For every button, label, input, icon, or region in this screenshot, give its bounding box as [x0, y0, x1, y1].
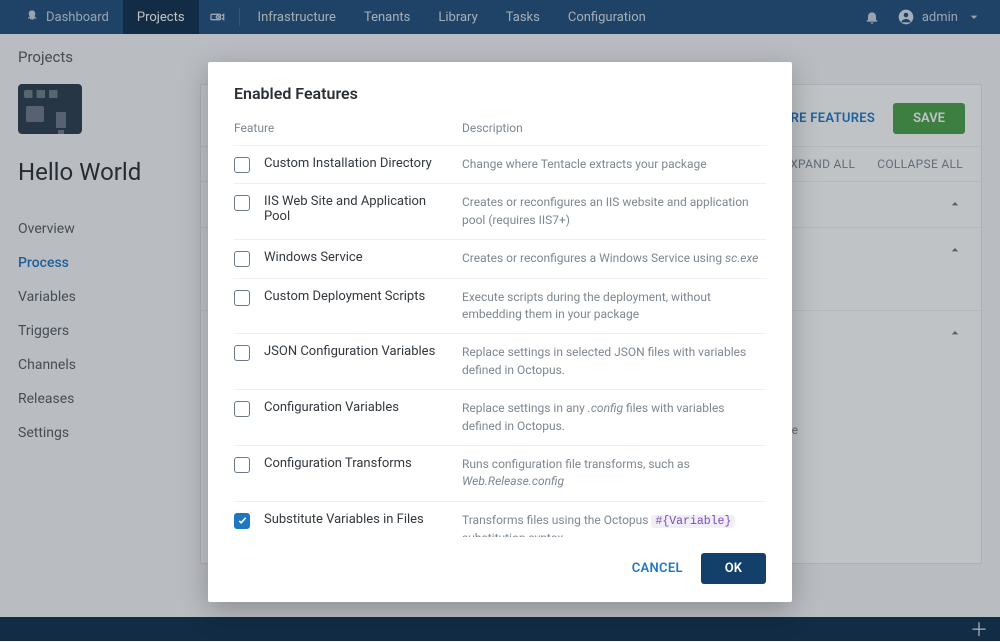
feature-label: Custom Deployment Scripts	[264, 289, 462, 304]
feature-checkbox[interactable]	[234, 157, 250, 173]
enabled-features-dialog: Enabled Features Feature Description Cus…	[208, 62, 792, 602]
feature-description: Execute scripts during the deployment, w…	[462, 289, 766, 324]
feature-checkbox[interactable]	[234, 401, 250, 417]
feature-label: Configuration Transforms	[264, 456, 462, 471]
feature-row: Windows ServiceCreates or reconfigures a…	[234, 240, 766, 278]
feature-description: Creates or reconfigures a Windows Servic…	[462, 250, 766, 267]
feature-description: Replace settings in selected JSON files …	[462, 344, 766, 379]
feature-row: Configuration VariablesReplace settings …	[234, 390, 766, 446]
column-description-header: Description	[462, 121, 766, 135]
feature-label: Custom Installation Directory	[264, 156, 462, 171]
feature-description: Creates or reconfigures an IIS website a…	[462, 194, 766, 229]
feature-checkbox[interactable]	[234, 457, 250, 473]
feature-description: Replace settings in any .config files wi…	[462, 400, 766, 435]
feature-row: JSON Configuration VariablesReplace sett…	[234, 334, 766, 390]
feature-list: Custom Installation DirectoryChange wher…	[234, 146, 772, 537]
dialog-title: Enabled Features	[234, 84, 766, 103]
feature-description: Transforms files using the Octopus #{Var…	[462, 512, 766, 537]
feature-row: IIS Web Site and Application PoolCreates…	[234, 184, 766, 240]
feature-row: Substitute Variables in FilesTransforms …	[234, 502, 766, 537]
feature-row: Custom Deployment ScriptsExecute scripts…	[234, 279, 766, 335]
feature-checkbox[interactable]	[234, 195, 250, 211]
feature-row: Configuration TransformsRuns configurati…	[234, 446, 766, 502]
feature-label: IIS Web Site and Application Pool	[264, 194, 462, 224]
feature-label: Windows Service	[264, 250, 462, 265]
feature-label: JSON Configuration Variables	[264, 344, 462, 359]
feature-description: Change where Tentacle extracts your pack…	[462, 156, 766, 173]
feature-checkbox[interactable]	[234, 345, 250, 361]
feature-label: Configuration Variables	[264, 400, 462, 415]
modal-overlay: Enabled Features Feature Description Cus…	[0, 0, 1000, 641]
feature-label: Substitute Variables in Files	[264, 512, 462, 527]
ok-button[interactable]: OK	[701, 553, 766, 584]
feature-checkbox[interactable]	[234, 290, 250, 306]
column-feature-header: Feature	[234, 121, 462, 135]
feature-checkbox[interactable]	[234, 251, 250, 267]
cancel-button[interactable]: CANCEL	[632, 561, 683, 576]
feature-row: Custom Installation DirectoryChange wher…	[234, 146, 766, 184]
feature-checkbox[interactable]	[234, 513, 250, 529]
feature-description: Runs configuration file transforms, such…	[462, 456, 766, 491]
